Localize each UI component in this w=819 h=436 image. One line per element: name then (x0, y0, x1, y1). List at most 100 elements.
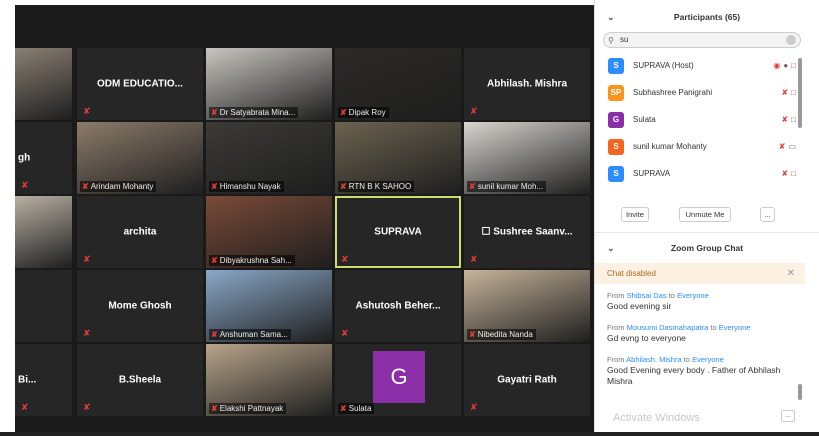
participant-search-input[interactable]: ⚲ su (603, 32, 801, 48)
muted-mic-icon: ✘ (469, 182, 476, 191)
participant-name: SUPRAVA (633, 169, 671, 178)
unmute-me-button[interactable]: Unmute Me (679, 207, 731, 222)
top-bar (0, 0, 594, 45)
sender-name[interactable]: Shibsai Das (627, 291, 667, 300)
video-tile[interactable]: ✘ Dipak Roy (335, 48, 461, 120)
participant-scrollbar[interactable] (798, 58, 802, 128)
video-tile[interactable]: Ashutosh Beher... ✘ (335, 270, 461, 342)
video-tile[interactable]: Gayatri Rath ✘ (464, 344, 590, 416)
participant-name: B.Sheela (118, 374, 162, 386)
video-tile[interactable]: G ✘ Sulata (335, 344, 461, 416)
video-tile[interactable]: B.Sheela ✘ (77, 344, 203, 416)
zoom-meeting-window: ODM EDUCATIO... ✘ ✘ Dr Satyabrata Mina... ✘ D… (0, 0, 819, 436)
participant-name-label: ✘ Elakshi Pattnayak (209, 403, 287, 414)
participant-name-label: ✘ Dr Satyabrata Mina... (209, 107, 299, 118)
chat-more-button[interactable]: ... (781, 410, 795, 422)
participant-name: Nibedita Nanda (477, 330, 533, 339)
video-tile[interactable] (15, 270, 72, 342)
participant-name: Sulata (348, 404, 372, 413)
participant-name: Ashutosh Beher... (355, 300, 441, 312)
chat-header: ⌄ Zoom Group Chat (595, 232, 819, 262)
participant-status-icons[interactable]: ✘□ (781, 107, 799, 133)
video-tile[interactable] (15, 48, 72, 120)
video-tile[interactable]: ✘ Nibedita Nanda (464, 270, 590, 342)
message-text: Good Evening every body . Father of Abhi… (607, 365, 781, 386)
participant-name: ODM EDUCATIO... (97, 78, 183, 90)
participant-name: Himanshu Nayak (219, 182, 281, 191)
participant-name: gh (18, 152, 31, 164)
muted-mic-icon: ✘ (778, 142, 789, 151)
participant-status-icons[interactable]: ◉●□ (773, 53, 799, 79)
muted-mic-icon: ✘ (340, 108, 347, 117)
participant-video (15, 48, 72, 120)
video-tile[interactable]: ✘ Dr Satyabrata Mina... (206, 48, 332, 120)
video-tile[interactable]: ✘ Himanshu Nayak (206, 122, 332, 194)
participant-row[interactable]: G Sulata ✘□ (595, 107, 805, 133)
video-tile[interactable]: Abhilash. Mishra ✘ (464, 48, 590, 120)
participant-status-icons[interactable]: ✘□ (781, 161, 799, 187)
participant-name: Arindam Mohanty (90, 182, 154, 191)
recipient-name[interactable]: Everyone (719, 323, 751, 332)
video-tile[interactable]: ✘ RTN B K SAHOO (335, 122, 461, 194)
muted-mic-icon: ✘ (470, 254, 478, 264)
participant-name: Dipak Roy (348, 108, 386, 117)
video-tile[interactable] (15, 196, 72, 268)
participant-name: Sulata (633, 115, 656, 124)
clear-search-icon[interactable] (786, 35, 796, 45)
video-tile[interactable]: ✘ Anshuman Sama... (206, 270, 332, 342)
participant-avatar: G (608, 112, 624, 128)
sender-name[interactable]: Abhilash. Mishra (626, 355, 681, 364)
participant-row[interactable]: Ssunil kumar Mohanty ✘▭ (595, 134, 805, 160)
video-tile[interactable]: archita ✘ (77, 196, 203, 268)
muted-mic-icon: ✘ (781, 169, 792, 178)
participant-name: Subhashree Panigrahi (633, 88, 713, 97)
participant-name-label: ✘ RTN B K SAHOO (338, 181, 415, 192)
chat-title: Zoom Group Chat (670, 243, 744, 253)
muted-mic-icon: ✘ (211, 182, 218, 191)
participant-name-label: ✘ Nibedita Nanda (467, 329, 536, 340)
video-tile[interactable]: ✘ Elakshi Pattnayak (206, 344, 332, 416)
message-text: Gd evng to everyone (607, 333, 686, 343)
chevron-down-icon[interactable]: ⌄ (607, 233, 615, 263)
chat-scrollbar[interactable] (798, 384, 802, 400)
recipient-name[interactable]: Everyone (677, 291, 709, 300)
invite-button[interactable]: Invite (621, 207, 649, 222)
mic-icon: ● (783, 61, 792, 70)
close-icon[interactable]: ✕ (787, 263, 795, 284)
chat-message: From Mousumi Dasmahapatra to Everyone Gd … (607, 323, 797, 344)
video-tile[interactable]: ☐ Sushree Saanv... ✘ (464, 196, 590, 268)
side-panel: ⌄ Participants (65) ⚲ su S SUPRAVA (Host)… (594, 0, 819, 436)
participant-status-icons[interactable]: ✘□ (781, 80, 799, 106)
muted-mic-icon: ✘ (83, 402, 91, 412)
video-tile[interactable]: gh ✘ (15, 122, 72, 194)
gallery-view: ODM EDUCATIO... ✘ ✘ Dr Satyabrata Mina... ✘ D… (0, 0, 594, 436)
muted-mic-icon: ✘ (340, 404, 347, 413)
more-options-button[interactable]: ... (760, 207, 775, 222)
video-tile[interactable]: Bi... ✘ (15, 344, 72, 416)
sender-name[interactable]: Mousumi Dasmahapatra (627, 323, 709, 332)
muted-mic-icon: ✘ (469, 330, 476, 339)
muted-mic-icon: ✘ (83, 106, 91, 116)
video-tile[interactable]: ✘ sunil kumar Moh... (464, 122, 590, 194)
muted-mic-icon: ✘ (470, 402, 478, 412)
video-tile[interactable]: ✘ Dibyakrushna Sah... (206, 196, 332, 268)
muted-mic-icon: ✘ (781, 115, 792, 124)
participant-name-label: ✘ sunil kumar Moh... (467, 181, 547, 192)
muted-mic-icon: ✘ (340, 182, 347, 191)
participant-row[interactable]: S SUPRAVA (Host) ◉●□ (595, 53, 805, 79)
chevron-down-icon[interactable]: ⌄ (607, 2, 615, 32)
participant-row[interactable]: SP Subhashree Panigrahi ✘□ (595, 80, 805, 106)
share-screen-icon: ◉ (773, 61, 784, 70)
video-tile[interactable]: ODM EDUCATIO... ✘ (77, 48, 203, 120)
participant-status-icons[interactable]: ✘▭ (779, 134, 799, 160)
video-tile[interactable]: SUPRAVA ✘ (335, 196, 461, 268)
participant-avatar: S (608, 166, 624, 182)
muted-mic-icon: ✘ (341, 328, 349, 338)
participant-name: Dr Satyabrata Mina... (219, 108, 296, 117)
recipient-name[interactable]: Everyone (692, 355, 724, 364)
participant-row[interactable]: S SUPRAVA ✘□ (595, 161, 805, 187)
participant-name: SUPRAVA (Host) (633, 61, 694, 70)
participant-name-label: ✘ Himanshu Nayak (209, 181, 284, 192)
video-tile[interactable]: ✘ Arindam Mohanty (77, 122, 203, 194)
video-tile[interactable]: Mome Ghosh ✘ (77, 270, 203, 342)
